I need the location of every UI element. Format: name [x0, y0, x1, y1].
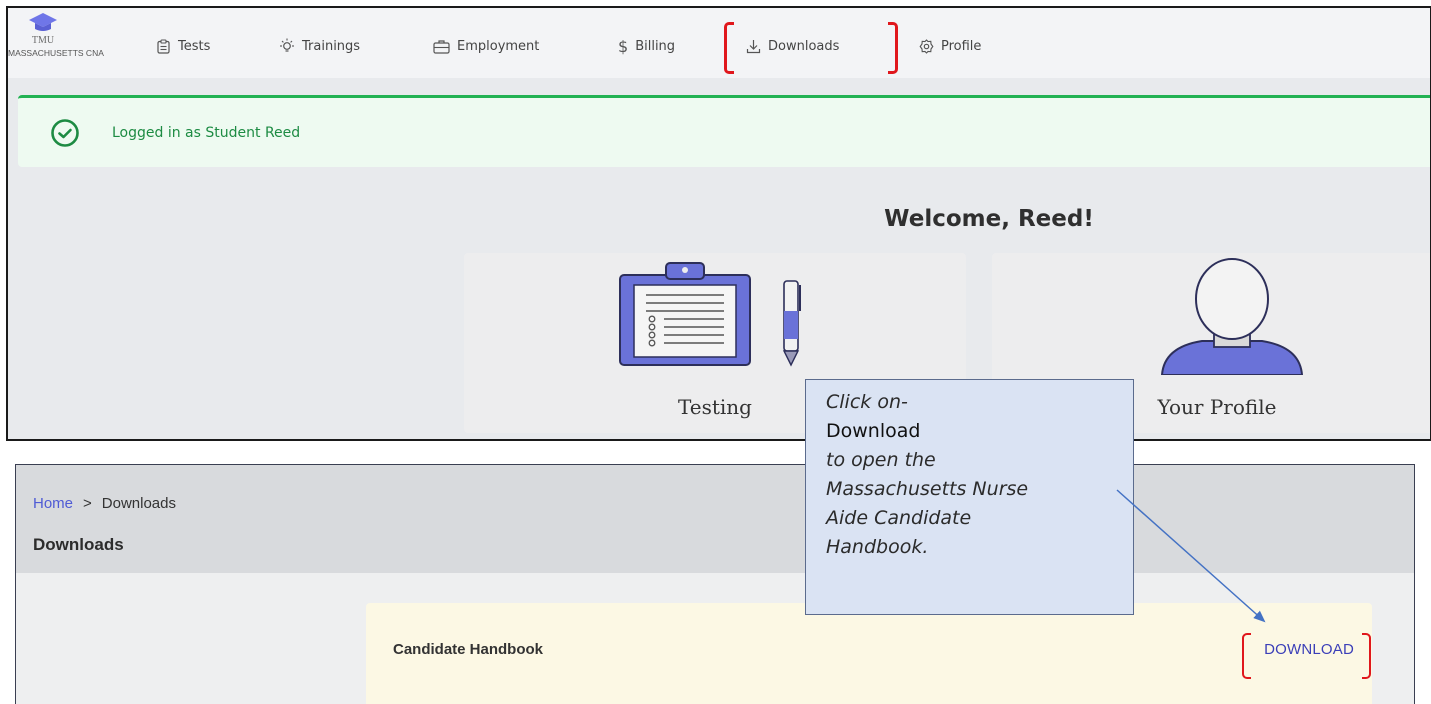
briefcase-icon: [433, 39, 450, 54]
download-icon: [746, 39, 761, 53]
nav-tests[interactable]: Tests: [156, 36, 210, 56]
nav-billing[interactable]: $ Billing: [618, 36, 675, 56]
download-button[interactable]: DOWNLOAD: [1264, 641, 1354, 658]
clipboard-icon: [157, 38, 170, 54]
brand-name: TMU: [31, 35, 55, 46]
breadcrumb-current: Downloads: [101, 495, 176, 512]
brand-logo[interactable]: TMU MASSACHUSETTS CNA: [8, 12, 104, 72]
user-avatar-illustration: [1160, 258, 1304, 375]
welcome-heading: Welcome, Reed!: [884, 206, 1094, 232]
callout-line-1: Click on-: [826, 391, 908, 413]
dollar-icon: $: [618, 36, 629, 56]
top-navbar: TMU MASSACHUSETTS CNA Tests Trainings Em…: [8, 8, 1430, 78]
breadcrumb-home-link[interactable]: Home: [33, 495, 73, 512]
nav-downloads[interactable]: Downloads: [746, 36, 839, 56]
callout-line-6: Handbook.: [826, 536, 929, 558]
callout-line-2: Download: [826, 420, 921, 442]
downloads-screenshot: Home > Downloads Downloads Candidate Han…: [15, 464, 1415, 704]
nav-profile[interactable]: Profile: [919, 36, 981, 56]
nav-employment-label: Employment: [457, 38, 540, 54]
download-item-title: Candidate Handbook: [393, 641, 544, 658]
breadcrumb: Home > Downloads: [33, 495, 176, 512]
callout-line-4: Massachusetts Nurse: [826, 478, 1029, 500]
download-highlight-bracket-left: [1242, 633, 1251, 679]
lightbulb-icon: [280, 38, 294, 52]
nav-billing-label: Billing: [635, 38, 676, 54]
gear-icon: [919, 38, 934, 54]
alert-text: Logged in as Student Reed: [112, 124, 301, 141]
nav-tests-label: Tests: [178, 38, 211, 54]
callout-line-5: Aide Candidate: [826, 507, 972, 529]
login-success-alert: Logged in as Student Reed: [18, 95, 1430, 167]
nav-trainings-label: Trainings: [302, 38, 361, 54]
breadcrumb-separator: >: [83, 495, 92, 512]
graduation-cap-icon: [29, 13, 57, 31]
dashboard-screenshot: TMU MASSACHUSETTS CNA Tests Trainings Em…: [6, 6, 1431, 441]
highlight-bracket-right: [888, 22, 898, 74]
download-item-candidate-handbook: Candidate Handbook DOWNLOAD: [366, 603, 1372, 704]
callout-line-3: to open the: [826, 449, 936, 471]
check-circle-icon: [51, 118, 79, 147]
page-title: Downloads: [33, 535, 124, 554]
download-highlight-bracket-right: [1362, 633, 1371, 679]
nav-downloads-label: Downloads: [768, 38, 840, 54]
page-header: Home > Downloads Downloads: [16, 465, 1414, 573]
nav-profile-label: Profile: [941, 38, 982, 54]
highlight-bracket-left: [724, 22, 734, 74]
tutorial-canvas: TMU MASSACHUSETTS CNA Tests Trainings Em…: [0, 0, 1431, 704]
brand-subtitle: MASSACHUSETTS CNA: [8, 48, 104, 58]
nav-employment[interactable]: Employment: [433, 36, 539, 56]
instruction-callout: Click on- Download to open the Massachus…: [805, 379, 1134, 615]
nav-trainings[interactable]: Trainings: [279, 36, 360, 56]
clipboard-checklist-illustration: [619, 262, 801, 367]
